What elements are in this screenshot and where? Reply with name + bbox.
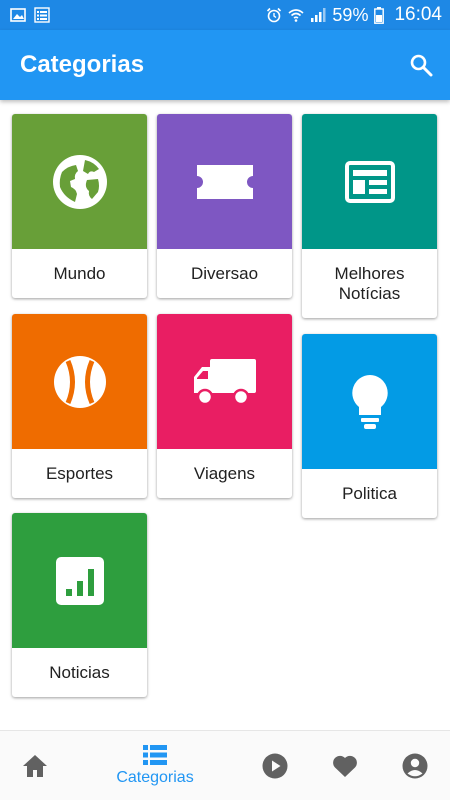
category-card-viagens[interactable]: Viagens [157,314,292,498]
chart-icon [55,556,104,605]
ticket-icon [196,164,253,199]
nav-home[interactable] [10,731,60,801]
play-icon [262,753,288,779]
newspaper-icon [344,160,395,203]
nav-favorites[interactable] [320,731,370,801]
card-label: Mundo [53,263,106,283]
card-header [12,114,147,249]
battery-percentage: 59% [332,4,369,25]
category-card-diversao[interactable]: Diversao [157,114,292,298]
nav-account[interactable] [390,731,440,801]
search-icon [410,54,433,77]
status-bar-right: 59% 16:04 [266,4,442,26]
wifi-icon [288,9,304,22]
heart-icon [333,755,357,777]
category-card-noticias[interactable]: Noticias [12,513,147,697]
list-icon [34,7,50,23]
nav-play[interactable] [250,731,300,801]
nav-categorias[interactable]: Categorias [100,731,210,801]
card-header [12,513,147,648]
category-card-esportes[interactable]: Esportes [12,314,147,498]
card-header [302,114,437,249]
page-title: Categorias [20,51,145,78]
signal-icon [311,8,326,22]
status-bar: 59% 16:04 [0,0,450,30]
card-label: Viagens [193,463,256,483]
nav-categorias-label: Categorias [116,769,194,786]
card-label: Melhores Notícias [302,249,437,318]
category-grid: Mundo Diversao Melhores Notícias Esporte… [0,100,450,730]
account-icon [402,753,428,779]
card-label: Politica [342,483,397,503]
category-card-politica[interactable]: Politica [302,334,437,518]
card-label: Diversao [190,263,259,283]
card-header [302,334,437,469]
bottom-navigation: Categorias [0,730,450,800]
categories-icon [143,745,167,765]
search-button[interactable] [406,50,436,80]
category-card-mundo[interactable]: Mundo [12,114,147,298]
alarm-icon [267,7,282,23]
globe-icon [52,154,107,209]
card-header [157,314,292,449]
card-label: Noticias [49,662,110,682]
home-icon [23,755,47,777]
card-label: Esportes [45,463,114,483]
category-card-melhores-noticias[interactable]: Melhores Notícias [302,114,437,318]
app-bar: Categorias [0,30,450,100]
ball-icon [53,355,106,408]
image-icon [10,8,26,22]
battery-icon [374,6,385,24]
clock: 16:04 [394,4,442,25]
card-header [157,114,292,249]
card-header [12,314,147,449]
card-label-line: Melhores [334,263,405,283]
truck-icon [193,358,256,405]
lightbulb-icon [351,374,388,429]
card-label-line: Notícias [338,283,401,303]
status-bar-left [10,7,50,23]
